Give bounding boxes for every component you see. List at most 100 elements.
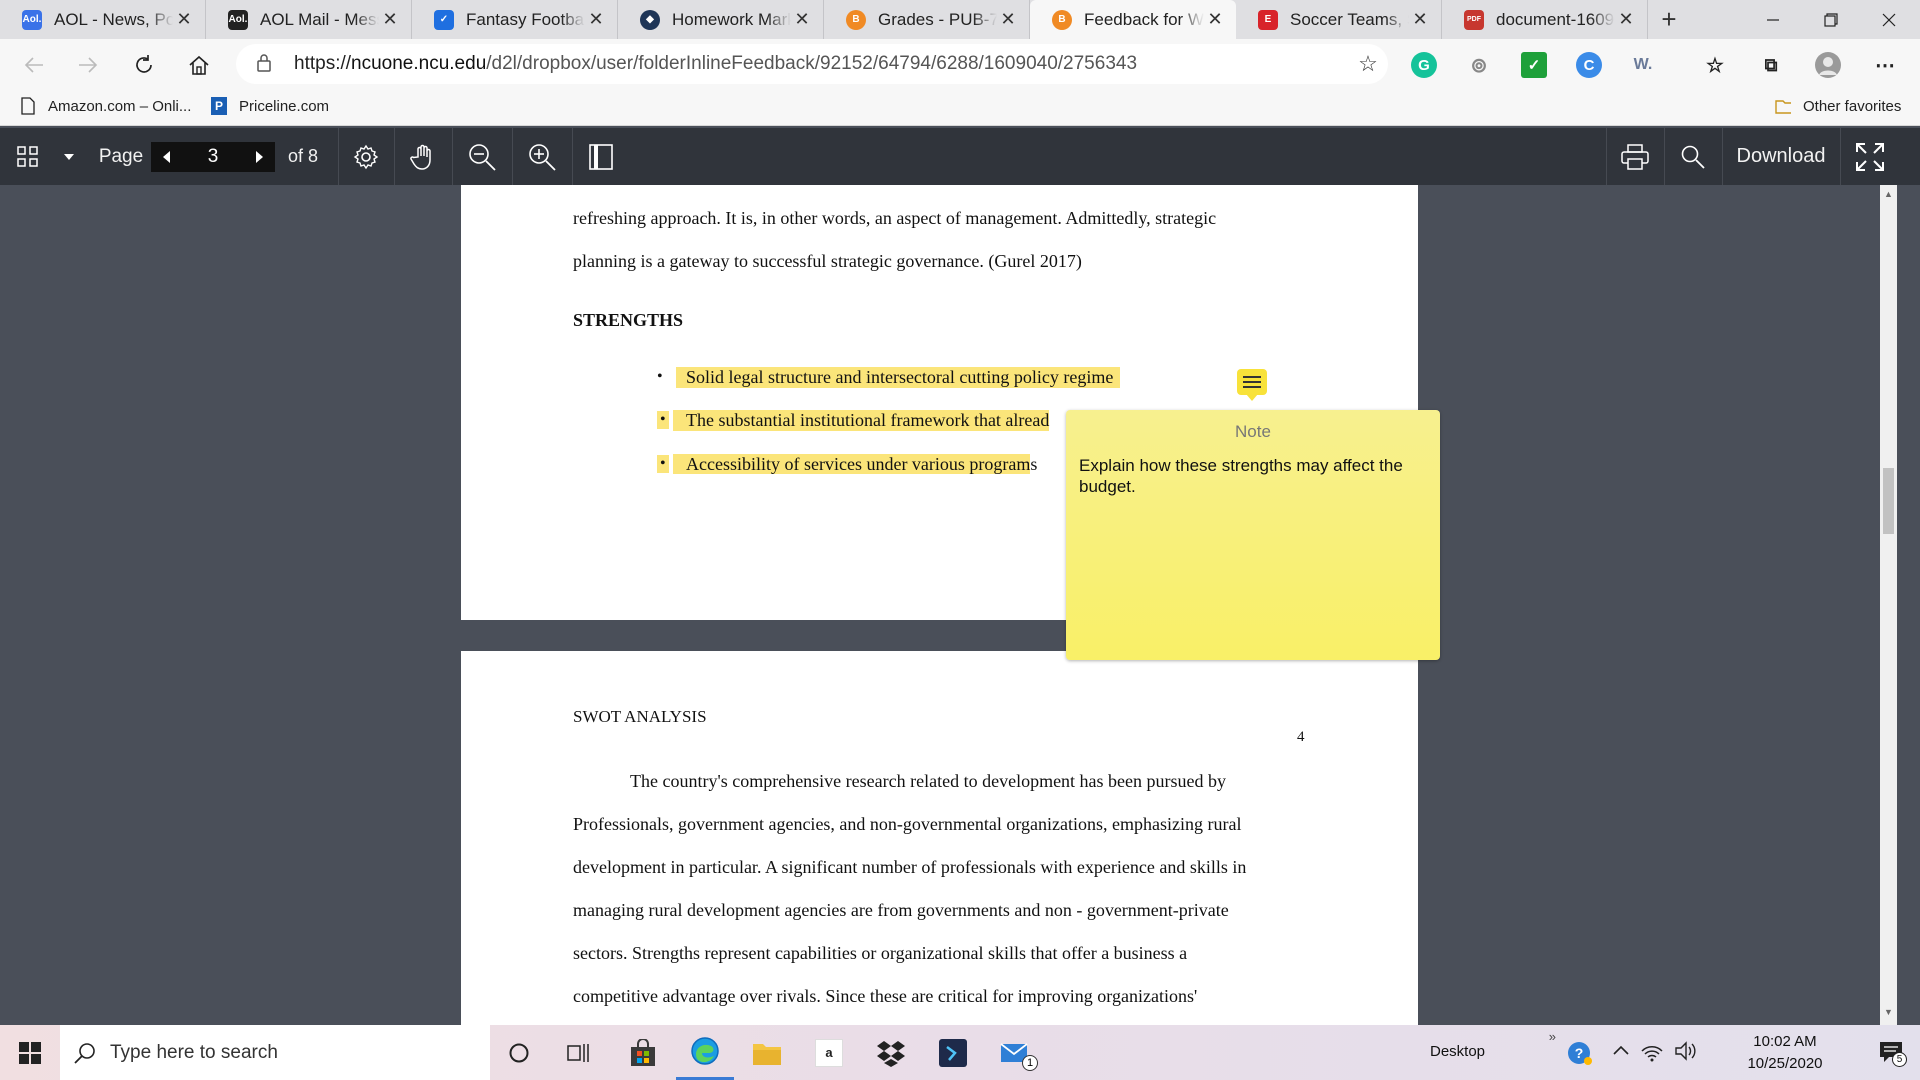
mail-badge: 1	[1022, 1055, 1038, 1071]
browser-tab[interactable]: B Feedback for Week✕	[1030, 0, 1236, 39]
file-explorer-button[interactable]	[738, 1025, 796, 1080]
note-line	[1243, 381, 1261, 383]
notification-count-badge: 5	[1892, 1052, 1907, 1067]
more-menu-icon[interactable]: ⋯	[1872, 52, 1898, 78]
previous-page-button[interactable]	[151, 142, 183, 172]
thumbnails-button[interactable]	[12, 128, 44, 185]
scroll-up-arrow-icon[interactable]: ▲	[1880, 189, 1897, 199]
fit-page-button[interactable]	[578, 128, 624, 185]
notifications-button[interactable]: 5	[1878, 1039, 1907, 1067]
note-annotation-marker[interactable]	[1237, 369, 1267, 395]
fullscreen-button[interactable]	[1848, 128, 1892, 185]
tab-label: AOL Mail - Message	[260, 9, 379, 29]
clock[interactable]: 10:02 AM 10/25/2020	[1710, 1031, 1860, 1075]
edge-browser-button[interactable]	[676, 1025, 734, 1080]
thumbnails-dropdown[interactable]	[58, 128, 80, 185]
mail-button[interactable]: 1	[988, 1025, 1046, 1080]
bookmark-priceline-label: Priceline.com	[239, 97, 330, 115]
collections-icon[interactable]: ⧉	[1758, 52, 1784, 78]
minimize-button[interactable]	[1744, 0, 1802, 39]
document-scroll-area[interactable]: refreshing approach. It is, in other wor…	[0, 185, 1880, 1025]
clock-date: 10/25/2020	[1747, 1055, 1823, 1072]
favorite-star-icon[interactable]: ☆	[1348, 51, 1388, 77]
wifi-icon[interactable]	[1640, 1040, 1664, 1066]
url-text[interactable]: https://ncuone.ncu.edu/d2l/dropbox/user/…	[284, 53, 1348, 75]
close-tab-icon[interactable]: ✕	[791, 9, 813, 30]
close-tab-icon[interactable]: ✕	[379, 9, 401, 30]
back-button[interactable]	[16, 47, 52, 83]
forward-button[interactable]	[70, 47, 106, 83]
zoom-in-button[interactable]	[518, 128, 566, 185]
bookmark-priceline[interactable]: P Priceline.com	[211, 97, 329, 115]
vertical-scrollbar[interactable]: ▲ ▼	[1880, 185, 1897, 1025]
browser-tab[interactable]: B Grades - PUB-7005✕	[824, 0, 1030, 39]
powershell-button[interactable]	[924, 1025, 982, 1080]
honey-extension-icon[interactable]: ⊚	[1466, 52, 1492, 78]
browser-tab[interactable]: E Soccer Teams, Scores✕	[1236, 0, 1442, 39]
help-icon[interactable]: ?	[1566, 1039, 1594, 1067]
download-button[interactable]: Download	[1724, 128, 1838, 185]
edge-icon	[691, 1037, 719, 1065]
home-button[interactable]	[181, 47, 217, 83]
browser-tab[interactable]: Aol. AOL Mail - Message✕	[206, 0, 412, 39]
task-view-button[interactable]	[550, 1025, 608, 1080]
show-hidden-icons-chevron-icon[interactable]	[1612, 1041, 1630, 1063]
amazon-app-button[interactable]: a	[800, 1025, 858, 1080]
chevron-double-right-icon[interactable]: »	[1549, 1029, 1556, 1044]
start-button[interactable]	[0, 1025, 60, 1080]
highlighted-bullet-text[interactable]: Accessibility of services under various …	[673, 454, 1031, 474]
paragraph-line: competitive advantage over rivals. Since…	[573, 986, 1198, 1006]
close-window-button[interactable]	[1860, 0, 1918, 39]
close-tab-icon[interactable]: ✕	[1204, 9, 1226, 30]
taskbar-search-box[interactable]: Type here to search	[60, 1025, 490, 1080]
other-favorites-label: Other favorites	[1803, 97, 1902, 115]
scroll-down-arrow-icon[interactable]: ▼	[1880, 1007, 1897, 1017]
close-tab-icon[interactable]: ✕	[585, 9, 607, 30]
zoom-out-button[interactable]	[458, 128, 506, 185]
wordtune-extension-icon[interactable]: W.	[1630, 52, 1656, 78]
tab-label: AOL - News, Politics	[54, 9, 173, 29]
pan-tool-button[interactable]	[400, 128, 446, 185]
grammarly-icon[interactable]: G	[1411, 52, 1437, 78]
close-tab-icon[interactable]: ✕	[1409, 9, 1431, 30]
note-popup[interactable]: Note Explain how these strengths may aff…	[1066, 410, 1440, 660]
dropbox-button[interactable]	[862, 1025, 920, 1080]
restore-button[interactable]	[1802, 0, 1860, 39]
cortana-button[interactable]	[490, 1025, 548, 1080]
citation-extension-icon[interactable]: C	[1576, 52, 1602, 78]
profile-avatar[interactable]	[1815, 52, 1841, 78]
settings-button[interactable]	[344, 128, 388, 185]
shopping-bag-icon	[631, 1038, 655, 1066]
other-favorites-folder[interactable]: Other favorites	[1775, 97, 1901, 115]
refresh-button[interactable]	[126, 47, 162, 83]
microsoft-store-button[interactable]	[614, 1025, 672, 1080]
close-tab-icon[interactable]: ✕	[997, 9, 1019, 30]
checkmark-extension-icon[interactable]: ✓	[1521, 52, 1547, 78]
highlighted-bullet-text[interactable]: The substantial institutional framework …	[673, 410, 1050, 431]
page-number-input[interactable]: 3	[183, 142, 243, 172]
desktop-toolbar-label[interactable]: Desktop	[1430, 1043, 1520, 1060]
browser-tab[interactable]: PDF document-1609040✕	[1442, 0, 1648, 39]
volume-icon[interactable]	[1674, 1040, 1698, 1066]
print-button[interactable]	[1612, 128, 1658, 185]
browser-tab[interactable]: ◆ Homework Market✕	[618, 0, 824, 39]
favorites-bar: Amazon.com – Onli... P Priceline.com Oth…	[0, 89, 1920, 126]
amazon-icon: a	[815, 1038, 843, 1067]
favorites-list-icon[interactable]: ☆	[1702, 52, 1728, 78]
section-heading: STRENGTHS	[573, 310, 684, 330]
scrollbar-thumb[interactable]	[1883, 468, 1894, 534]
caret-right-icon	[256, 151, 263, 163]
search-document-button[interactable]	[1670, 128, 1716, 185]
highlighted-bullet-text[interactable]: Solid legal structure and intersectoral …	[676, 367, 1121, 388]
close-tab-icon[interactable]: ✕	[1615, 9, 1637, 30]
browser-tab[interactable]: ✓ Fantasy Football, F✕	[412, 0, 618, 39]
bullet-text: Accessibility of services under various …	[673, 454, 1037, 475]
dropbox-icon	[877, 1040, 905, 1067]
new-tab-button[interactable]: +	[1648, 0, 1690, 39]
next-page-button[interactable]	[243, 142, 275, 172]
close-tab-icon[interactable]: ✕	[173, 9, 195, 30]
zoom-in-icon	[529, 143, 556, 171]
bookmark-amazon[interactable]: Amazon.com – Onli...	[20, 97, 191, 115]
url-bar[interactable]: https://ncuone.ncu.edu/d2l/dropbox/user/…	[236, 44, 1388, 84]
browser-tab[interactable]: Aol. AOL - News, Politics✕	[0, 0, 206, 39]
